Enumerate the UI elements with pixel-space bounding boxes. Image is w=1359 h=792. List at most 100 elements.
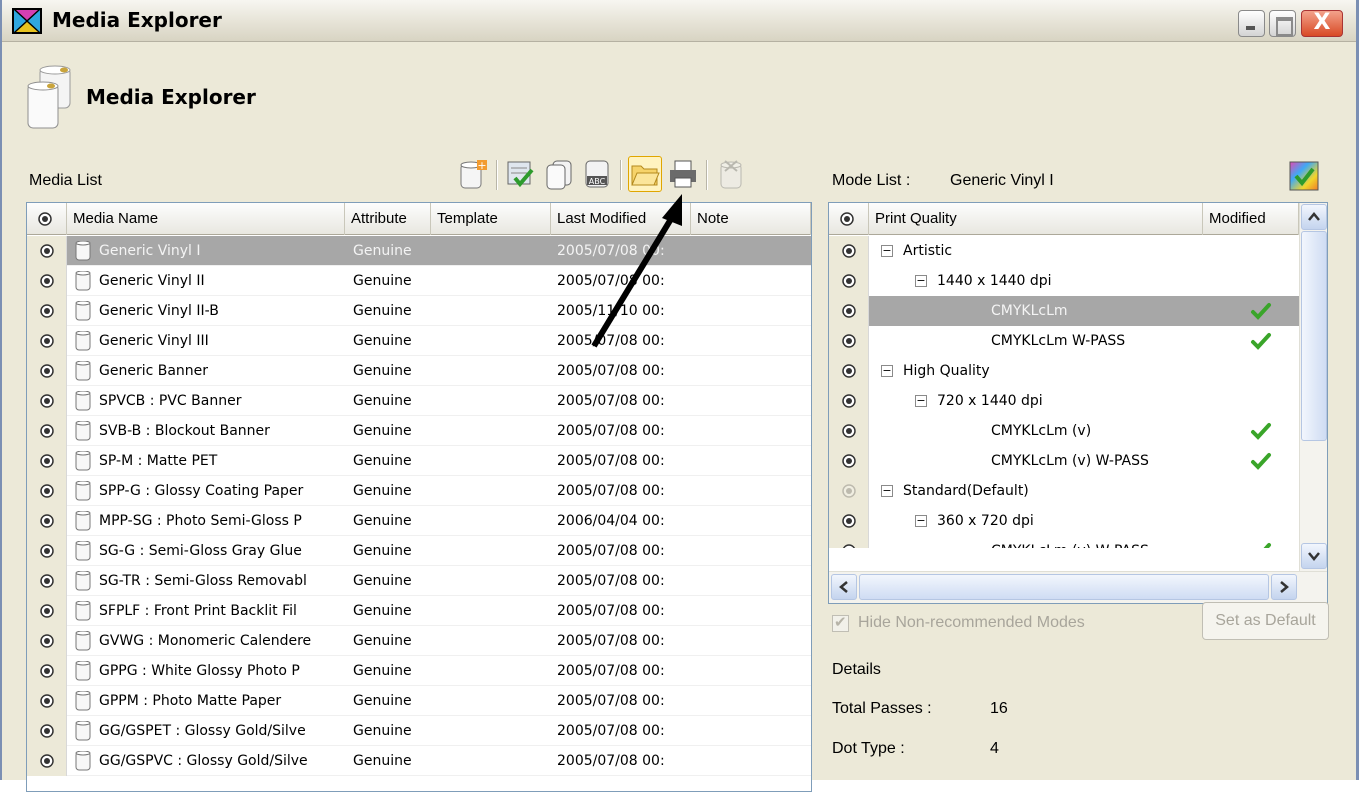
mode-name: CMYKLcLm (v) [991,423,1092,439]
mode-tree-row[interactable]: CMYKLcLm (v) W-PASS [829,446,1299,476]
mode-list-table[interactable]: Print Quality Modified − Artistic −1440 x … [828,202,1328,604]
tree-expander-button[interactable]: − [915,275,927,287]
column-header-print-quality[interactable]: Print Quality [869,203,1203,235]
visibility-toggle[interactable] [829,326,869,356]
visibility-toggle[interactable] [27,716,67,746]
visibility-toggle[interactable] [829,296,869,326]
mode-visibility-column-header[interactable] [829,203,869,235]
table-row[interactable]: MPP-SG : Photo Semi-Gloss P Genuine 2006/0… [27,506,811,536]
visibility-toggle[interactable] [27,416,67,446]
mode-tree-row[interactable]: −1440 x 1440 dpi [829,266,1299,296]
mode-list-vertical-scrollbar[interactable] [1299,203,1327,571]
visibility-toggle[interactable] [27,326,67,356]
hide-non-recommended-label: Hide Non-recommended Modes [858,614,1085,631]
scroll-thumb[interactable] [1301,231,1327,441]
mode-tree-row[interactable]: CMYKLcLm W-PASS [829,326,1299,356]
table-row[interactable]: Generic Banner Genuine 2005/07/08 00: [27,356,811,386]
minimize-button[interactable] [1238,10,1265,37]
scroll-right-button[interactable] [1271,574,1297,600]
visibility-toggle[interactable] [27,386,67,416]
visibility-toggle[interactable] [829,386,869,416]
mode-tree-row[interactable]: CMYKLcLm [829,296,1299,326]
visibility-toggle[interactable] [27,356,67,386]
visibility-toggle[interactable] [27,686,67,716]
mode-tree-row[interactable]: −720 x 1440 dpi [829,386,1299,416]
table-row[interactable]: GG/GSPET : Glossy Gold/Silve Genuine 2005/… [27,716,811,746]
column-header-note[interactable]: Note [691,203,811,235]
visibility-toggle[interactable] [27,596,67,626]
scroll-up-button[interactable] [1301,204,1327,230]
mode-tree-row[interactable]: − Standard(Default) [829,476,1299,506]
visibility-toggle[interactable] [27,476,67,506]
table-row[interactable]: Generic Vinyl II-B Genuine 2005/11/10 00: [27,296,811,326]
scroll-down-button[interactable] [1301,543,1327,569]
title-bar[interactable]: Media Explorer X [2,0,1356,42]
delete-media-button[interactable] [714,156,748,192]
tree-expander-button[interactable]: − [915,515,927,527]
table-row[interactable]: GG/GSPVC : Glossy Gold/Silve Genuine 2005/… [27,746,811,776]
scroll-left-button[interactable] [831,574,857,600]
visibility-toggle[interactable] [829,506,869,536]
mode-settings-button[interactable] [1288,160,1320,192]
column-header-template[interactable]: Template [431,203,551,235]
visibility-toggle[interactable] [829,236,869,266]
mode-tree-row[interactable]: CMYKLcLm (v) W-PASS [829,536,1299,548]
table-row[interactable]: Generic Vinyl III Genuine 2005/07/08 00: [27,326,811,356]
visibility-toggle[interactable] [829,266,869,296]
column-header-last-modified[interactable]: Last Modified [551,203,691,235]
open-folder-button[interactable] [628,156,662,192]
visibility-toggle[interactable] [27,566,67,596]
visibility-toggle[interactable] [27,236,67,266]
table-row[interactable]: GPPM : Photo Matte Paper Genuine 2005/07/0… [27,686,811,716]
visibility-toggle[interactable] [27,266,67,296]
visibility-toggle[interactable] [27,296,67,326]
close-button[interactable]: X [1301,10,1343,37]
visibility-toggle[interactable] [27,656,67,686]
visibility-toggle[interactable] [829,416,869,446]
mode-tree-row[interactable]: −360 x 720 dpi [829,506,1299,536]
table-row[interactable]: GPPG : White Glossy Photo P Genuine 2005/0… [27,656,811,686]
column-header-attribute[interactable]: Attribute [345,203,431,235]
visibility-toggle[interactable] [27,506,67,536]
copy-media-button[interactable] [542,156,576,192]
mode-tree-row[interactable]: CMYKLcLm (v) [829,416,1299,446]
visibility-column-header[interactable] [27,203,67,235]
visibility-toggle[interactable] [829,446,869,476]
mode-tree-row[interactable]: − Artistic [829,236,1299,266]
visibility-toggle[interactable] [27,536,67,566]
table-row[interactable]: Generic Vinyl II Genuine 2005/07/08 00: [27,266,811,296]
attribute-cell: Genuine [353,393,412,409]
tree-expander-button[interactable]: − [915,395,927,407]
mode-list-horizontal-scrollbar[interactable] [829,571,1327,603]
table-row[interactable]: SVB-B : Blockout Banner Genuine 2005/07/08… [27,416,811,446]
visibility-toggle[interactable] [27,626,67,656]
new-media-button[interactable]: + [456,156,490,192]
mode-tree-row[interactable]: − High Quality [829,356,1299,386]
table-row[interactable]: SPVCB : PVC Banner Genuine 2005/07/08 00: [27,386,811,416]
set-as-default-button[interactable]: Set as Default [1202,602,1329,640]
media-list-table[interactable]: Media Name Attribute Template Last Modif… [26,202,812,792]
table-row[interactable]: SG-G : Semi-Gloss Gray Glue Genuine 2005/0… [27,536,811,566]
visibility-toggle[interactable] [27,746,67,776]
visibility-toggle[interactable] [829,356,869,386]
tree-expander-button[interactable]: − [881,245,893,257]
table-row[interactable]: SFPLF : Front Print Backlit Fil Genuine 20… [27,596,811,626]
table-row[interactable]: SP-M : Matte PET Genuine 2005/07/08 00: [27,446,811,476]
rename-media-button[interactable]: ABC [580,156,614,192]
recommend-button[interactable] [504,156,538,192]
horizontal-scroll-thumb[interactable] [859,574,1269,600]
tree-expander-button[interactable]: − [881,365,893,377]
table-row[interactable]: SG-TR : Semi-Gloss Removabl Genuine 2005/0… [27,566,811,596]
maximize-button[interactable] [1269,10,1296,37]
hide-non-recommended-checkbox[interactable] [832,613,849,632]
visibility-toggle[interactable] [829,476,869,506]
table-row[interactable]: Generic Vinyl I Genuine 2005/07/08 00: [27,236,811,266]
visibility-toggle[interactable] [27,446,67,476]
print-button[interactable] [666,156,700,192]
tree-expander-button[interactable]: − [881,485,893,497]
table-row[interactable]: SPP-G : Glossy Coating Paper Genuine 2005/… [27,476,811,506]
column-header-media-name[interactable]: Media Name [67,203,345,235]
column-header-modified[interactable]: Modified [1203,203,1299,235]
table-row[interactable]: GVWG : Monomeric Calendere Genuine 2005/07… [27,626,811,656]
visibility-toggle[interactable] [829,536,869,548]
